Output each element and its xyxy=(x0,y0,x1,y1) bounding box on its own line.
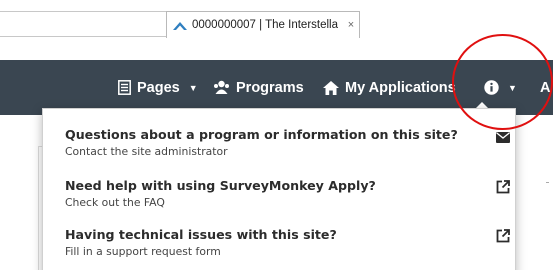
card-border xyxy=(38,146,39,270)
nav-programs-label: Programs xyxy=(236,79,304,96)
help-item-support-request[interactable]: Having technical issues with this site? … xyxy=(65,227,510,258)
chevron-down-icon: ▼ xyxy=(188,82,198,93)
envelope-icon xyxy=(496,128,510,147)
nav-programs[interactable]: Programs xyxy=(213,60,304,115)
help-item-title: Questions about a program or information… xyxy=(65,127,458,142)
external-link-icon xyxy=(496,179,510,198)
help-item-subtitle: Fill in a support request form xyxy=(65,245,221,258)
nav-my-applications[interactable]: My Applications xyxy=(323,60,456,115)
help-item-title: Need help with using SurveyMonkey Apply? xyxy=(65,178,376,193)
tab-close-button[interactable]: × xyxy=(343,19,359,31)
nav-pages-label: Pages xyxy=(137,79,180,96)
help-item-title: Having technical issues with this site? xyxy=(65,227,337,242)
help-item-faq[interactable]: Need help with using SurveyMonkey Apply?… xyxy=(65,178,510,209)
nav-my-applications-label: My Applications xyxy=(345,79,456,96)
site-favicon xyxy=(173,16,187,35)
external-link-icon xyxy=(496,228,510,247)
help-item-contact-admin[interactable]: Questions about a program or information… xyxy=(65,127,510,158)
people-icon xyxy=(213,80,230,95)
browser-tab[interactable]: 0000000007 | The Interstella... × xyxy=(166,11,360,38)
tab-title: 0000000007 | The Interstella... xyxy=(192,19,338,31)
help-item-subtitle: Check out the FAQ xyxy=(65,196,165,209)
help-dropdown-menu: Questions about a program or information… xyxy=(42,108,516,270)
annotation-circle xyxy=(452,34,553,130)
page-divider xyxy=(546,182,549,183)
document-icon xyxy=(118,80,131,95)
help-item-subtitle: Contact the site administrator xyxy=(65,145,228,158)
home-icon xyxy=(323,80,339,95)
nav-pages[interactable]: Pages ▼ xyxy=(118,60,198,115)
